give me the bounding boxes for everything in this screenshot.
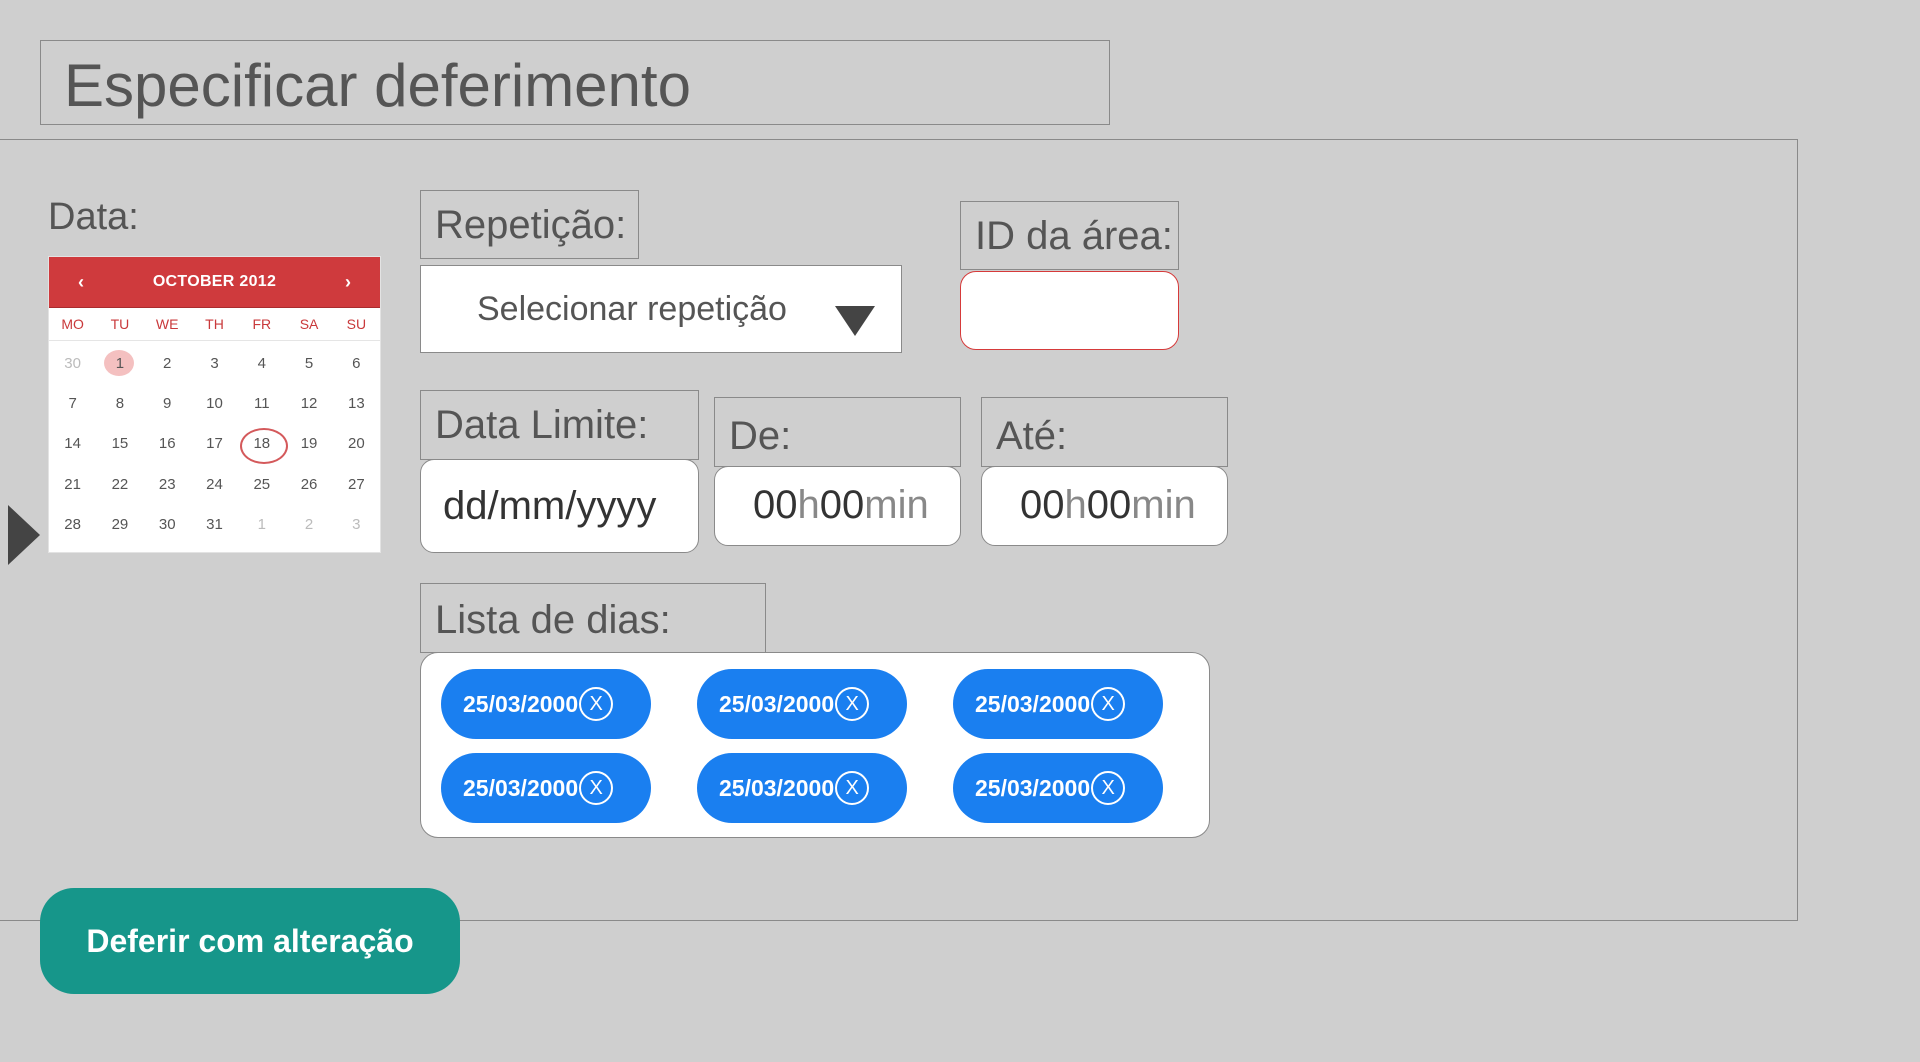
calendar-day[interactable]: 13 bbox=[333, 395, 380, 412]
weekday: TH bbox=[205, 316, 224, 332]
collapse-arrow-icon[interactable] bbox=[8, 505, 40, 565]
deadline-date-input[interactable]: dd/mm/yyyy bbox=[420, 459, 699, 553]
to-minutes-unit: min bbox=[1131, 483, 1196, 527]
calendar-day[interactable]: 4 bbox=[238, 355, 285, 372]
calendar-day[interactable]: 8 bbox=[96, 395, 143, 412]
calendar-day[interactable]: 21 bbox=[49, 476, 96, 493]
repetition-select-value: Selecionar repetição bbox=[477, 290, 787, 328]
day-chip-label: 25/03/2000 bbox=[719, 690, 835, 717]
weekday: TU bbox=[110, 316, 130, 332]
calendar-day[interactable]: 10 bbox=[191, 395, 238, 412]
remove-chip-icon[interactable]: X bbox=[579, 687, 614, 721]
calendar-day[interactable]: 17 bbox=[191, 435, 238, 452]
area-id-input[interactable] bbox=[960, 271, 1179, 350]
calendar-day-highlighted[interactable]: 1 bbox=[96, 350, 143, 377]
to-time-input[interactable]: 00h00min bbox=[981, 466, 1228, 546]
calendar-day[interactable]: 9 bbox=[144, 395, 191, 412]
remove-chip-icon[interactable]: X bbox=[1091, 687, 1126, 721]
calendar-day[interactable]: 26 bbox=[285, 476, 332, 493]
calendar-day[interactable]: 30 bbox=[49, 355, 96, 372]
to-hours-unit: h bbox=[1064, 483, 1087, 527]
calendar-day[interactable]: 30 bbox=[144, 516, 191, 533]
weekday: MO bbox=[61, 316, 84, 332]
to-minutes: 00 bbox=[1086, 483, 1132, 527]
calendar-day[interactable]: 14 bbox=[49, 435, 96, 452]
calendar-day[interactable]: 11 bbox=[238, 395, 285, 412]
calendar-day[interactable]: 6 bbox=[333, 355, 380, 372]
calendar-days: 30 1 2 3 4 5 6 7 8 9 10 11 12 13 14 15 1… bbox=[49, 341, 380, 545]
remove-chip-icon[interactable]: X bbox=[1091, 771, 1126, 805]
calendar-day[interactable]: 3 bbox=[191, 355, 238, 372]
calendar-month-title: OCTOBER 2012 bbox=[152, 273, 277, 290]
remove-chip-icon[interactable]: X bbox=[579, 771, 614, 805]
day-chip[interactable]: 25/03/2000 X bbox=[953, 753, 1163, 823]
calendar-weekdays: MO TU WE TH FR SA SU bbox=[49, 308, 380, 341]
calendar-day[interactable]: 16 bbox=[144, 435, 191, 452]
to-hours: 00 bbox=[1020, 483, 1065, 527]
page-title-box: Especificar deferimento bbox=[40, 40, 1110, 125]
remove-chip-icon[interactable]: X bbox=[835, 771, 870, 805]
page-title: Especificar deferimento bbox=[64, 52, 691, 119]
remove-chip-icon[interactable]: X bbox=[835, 687, 870, 721]
calendar-header: ‹ OCTOBER 2012 › bbox=[49, 257, 380, 308]
day-chip[interactable]: 25/03/2000 X bbox=[953, 669, 1163, 739]
calendar-day[interactable]: 28 bbox=[49, 516, 96, 533]
calendar-day[interactable]: 29 bbox=[96, 516, 143, 533]
weekday: FR bbox=[252, 316, 272, 332]
day-chip-label: 25/03/2000 bbox=[463, 774, 579, 801]
deadline-label: Data Limite: bbox=[420, 390, 699, 460]
calendar-day[interactable]: 25 bbox=[238, 476, 285, 493]
weekday: WE bbox=[155, 316, 179, 332]
repetition-select[interactable]: Selecionar repetição bbox=[420, 265, 902, 353]
calendar-day[interactable]: 20 bbox=[333, 435, 380, 452]
area-id-label: ID da área: bbox=[960, 201, 1179, 270]
day-chip-label: 25/03/2000 bbox=[975, 690, 1091, 717]
calendar-day[interactable]: 5 bbox=[285, 355, 332, 372]
day-chip[interactable]: 25/03/2000 X bbox=[697, 753, 907, 823]
calendar-day[interactable]: 2 bbox=[285, 516, 332, 533]
to-label: Até: bbox=[981, 397, 1228, 467]
calendar-day[interactable]: 31 bbox=[191, 516, 238, 533]
day-chip[interactable]: 25/03/2000 X bbox=[441, 753, 651, 823]
weekday: SU bbox=[346, 316, 367, 332]
calendar-prev-icon[interactable]: ‹ bbox=[71, 272, 91, 293]
calendar-day[interactable]: 19 bbox=[285, 435, 332, 452]
calendar-day[interactable]: 23 bbox=[144, 476, 191, 493]
calendar-day[interactable]: 24 bbox=[191, 476, 238, 493]
weekday: SA bbox=[299, 316, 319, 332]
calendar-day-label: 1 bbox=[115, 354, 125, 372]
date-label: Data: bbox=[48, 196, 139, 238]
calendar-day[interactable]: 15 bbox=[96, 435, 143, 452]
repetition-label: Repetição: bbox=[420, 190, 639, 259]
from-hours: 00 bbox=[753, 483, 798, 527]
dropdown-arrow-icon bbox=[835, 306, 875, 336]
day-list: 25/03/2000 X 25/03/2000 X 25/03/2000 X 25/0… bbox=[420, 652, 1210, 838]
calendar-day[interactable]: 3 bbox=[333, 516, 380, 533]
day-list-label: Lista de dias: bbox=[420, 583, 766, 653]
from-minutes-unit: min bbox=[864, 483, 929, 527]
day-chip-label: 25/03/2000 bbox=[975, 774, 1091, 801]
calendar-day[interactable]: 12 bbox=[285, 395, 332, 412]
calendar-widget[interactable]: ‹ OCTOBER 2012 › MO TU WE TH FR SA SU 30… bbox=[48, 256, 381, 553]
from-label: De: bbox=[714, 397, 961, 467]
from-hours-unit: h bbox=[797, 483, 820, 527]
day-chip[interactable]: 25/03/2000 X bbox=[697, 669, 907, 739]
from-minutes: 00 bbox=[819, 483, 865, 527]
calendar-next-icon[interactable]: › bbox=[338, 272, 358, 293]
submit-defer-button[interactable]: Deferir com alteração bbox=[40, 888, 460, 994]
calendar-day[interactable]: 2 bbox=[144, 355, 191, 372]
calendar-day[interactable]: 22 bbox=[96, 476, 143, 493]
calendar-day-selected[interactable]: 18 bbox=[238, 427, 289, 464]
calendar-day[interactable]: 27 bbox=[333, 476, 380, 493]
calendar-day[interactable]: 1 bbox=[238, 516, 285, 533]
day-chip[interactable]: 25/03/2000 X bbox=[441, 669, 651, 739]
calendar-day[interactable]: 7 bbox=[49, 395, 96, 412]
from-time-input[interactable]: 00h00min bbox=[714, 466, 961, 546]
day-chip-label: 25/03/2000 bbox=[719, 774, 835, 801]
day-chip-label: 25/03/2000 bbox=[463, 690, 579, 717]
